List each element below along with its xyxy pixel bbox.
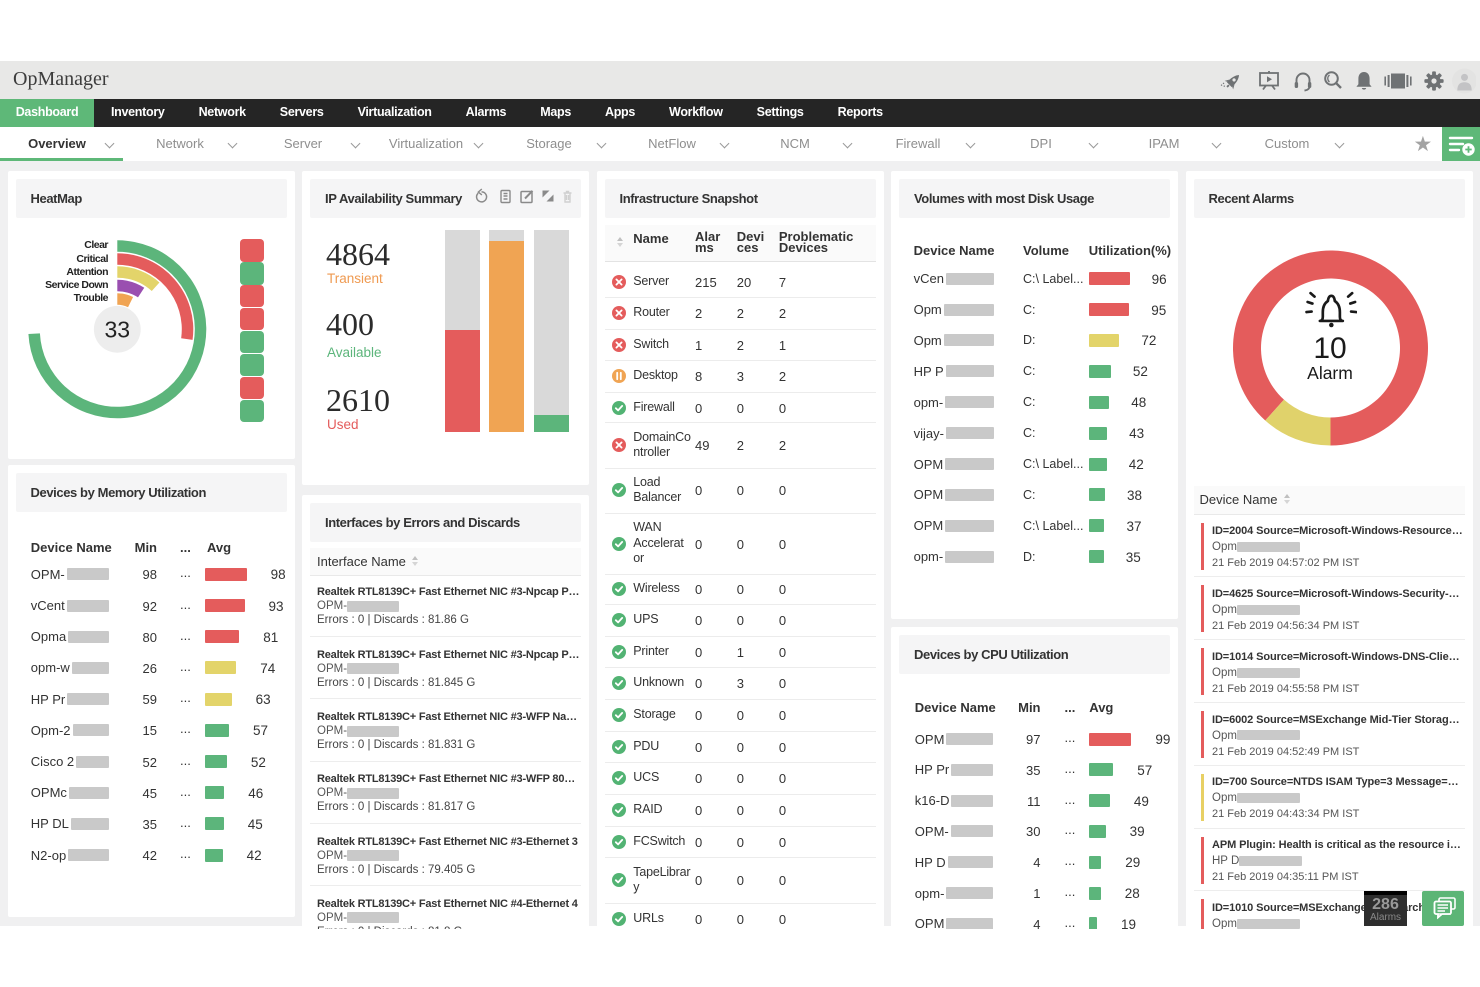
svg-text:33: 33: [104, 316, 130, 342]
